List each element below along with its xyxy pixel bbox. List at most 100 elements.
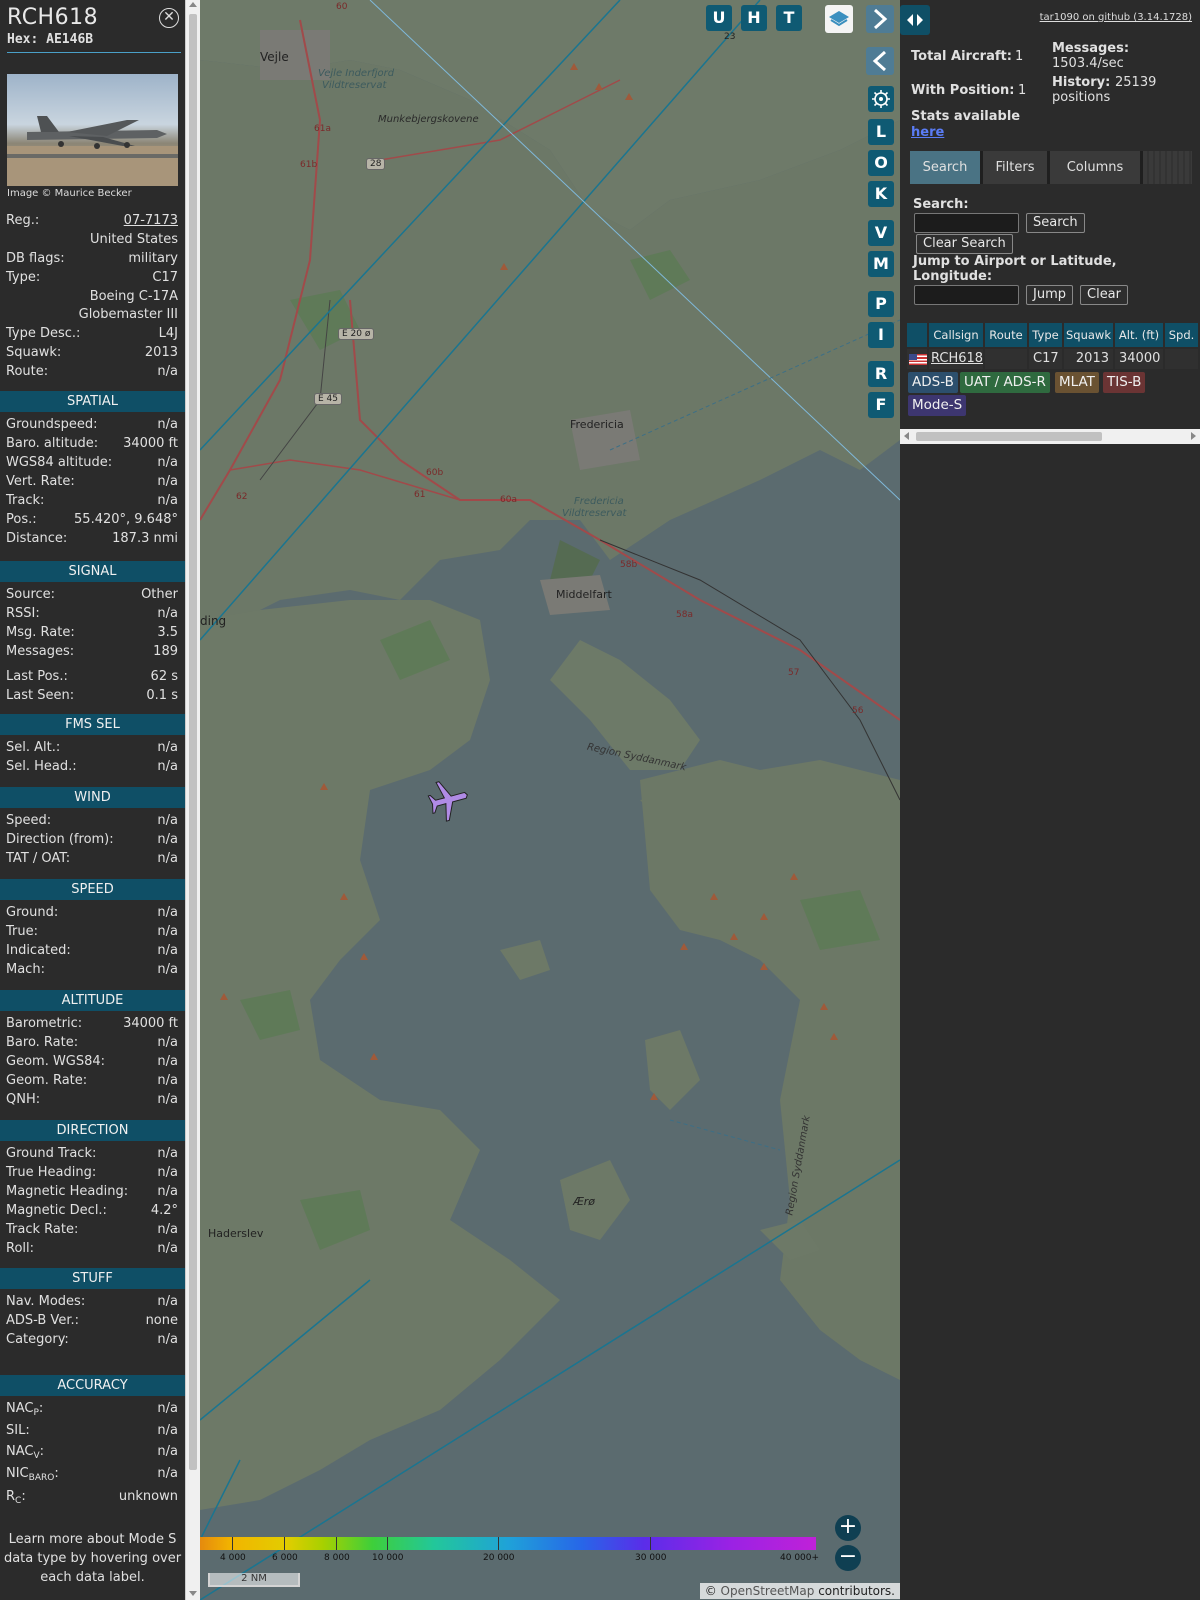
detail-row: Distance: 187.3 nmi <box>6 531 178 549</box>
road-number: 56 <box>852 706 864 716</box>
expand-icon[interactable] <box>900 5 930 35</box>
github-link[interactable]: tar1090 on github (3.14.1728) <box>1040 12 1192 23</box>
toggle-r-button[interactable]: R <box>868 361 894 387</box>
layers-icon[interactable] <box>825 5 853 33</box>
detail-value: n/a <box>157 1444 178 1459</box>
detail-value: none <box>145 1313 178 1328</box>
row-route <box>985 349 1029 369</box>
detail-row: Globemaster III <box>6 307 178 325</box>
toggle-l-button[interactable]: L <box>868 119 894 145</box>
section-header-speed: SPEED <box>0 879 185 900</box>
detail-value: n/a <box>157 1222 178 1237</box>
table-header-altitude[interactable]: Alt. (ft) <box>1115 323 1165 347</box>
scroll-down-icon[interactable] <box>189 1591 197 1596</box>
detail-value: n/a <box>157 759 178 774</box>
detail-value: n/a <box>157 1146 178 1161</box>
detail-row: Sel. Alt.: n/a <box>6 740 178 758</box>
map-scale-bar: 2 NM <box>208 1573 300 1587</box>
history-value: 25139 <box>1115 75 1157 90</box>
clear-jump-button[interactable]: Clear <box>1080 285 1128 305</box>
map-view[interactable]: Vejle Vejle Inderfjord Vildtreservat Mun… <box>200 0 900 1600</box>
detail-label: NACP: <box>6 1401 44 1418</box>
map-label-vildtreservat-2: Vildtreservat <box>562 508 627 519</box>
close-icon[interactable]: ✕ <box>159 8 179 28</box>
scroll-right-icon[interactable] <box>1191 432 1196 440</box>
detail-label: Vert. Rate: <box>6 474 75 489</box>
toggle-u-button[interactable]: U <box>706 5 732 31</box>
row-callsign[interactable]: RCH618 <box>929 349 985 369</box>
detail-value: n/a <box>157 455 178 470</box>
jump-input[interactable] <box>914 285 1019 305</box>
detail-row: RSSI: n/a <box>6 606 178 624</box>
messages-rate: 1503.4/sec <box>1052 56 1124 71</box>
detail-row: True Heading: n/a <box>6 1165 178 1183</box>
aircraft-hex: Hex: AE146B <box>7 32 94 47</box>
table-header-flag[interactable] <box>907 323 929 347</box>
scrollbar-thumb[interactable] <box>916 432 1102 441</box>
aircraft-icon[interactable] <box>426 778 470 822</box>
table-header-squawk[interactable]: Squawk <box>1064 323 1115 347</box>
chevron-left-icon[interactable] <box>866 47 894 75</box>
toggle-m-button[interactable]: M <box>868 251 894 277</box>
detail-row: Barometric: 34000 ft <box>6 1016 178 1034</box>
table-header-route[interactable]: Route <box>985 323 1029 347</box>
detail-value: 4.2° <box>150 1203 178 1218</box>
detail-label: Roll: <box>6 1241 35 1256</box>
section-header-direction: DIRECTION <box>0 1120 185 1141</box>
toggle-f-button[interactable]: F <box>868 392 894 418</box>
detail-row: Indicated: n/a <box>6 943 178 961</box>
road-number: 60b <box>426 468 444 478</box>
detail-label: TAT / OAT: <box>6 851 71 866</box>
tab-search[interactable]: Search <box>910 151 980 184</box>
scrollbar-thumb[interactable] <box>189 14 197 1470</box>
jump-button[interactable]: Jump <box>1026 285 1073 305</box>
registration-link[interactable]: 07-7173 <box>124 213 178 228</box>
toggle-p-button[interactable]: P <box>868 291 894 317</box>
detail-label: Messages: <box>6 644 75 659</box>
legend-tag-tis-b[interactable]: TIS-B <box>1103 372 1146 393</box>
toggle-t-button[interactable]: T <box>776 5 802 31</box>
search-input[interactable] <box>914 213 1019 233</box>
detail-label: Squawk: <box>6 345 62 360</box>
legend-tag-mode-s[interactable]: Mode-S <box>908 395 967 416</box>
detail-label: Msg. Rate: <box>6 625 75 640</box>
table-header-callsign[interactable]: Callsign <box>929 323 985 347</box>
detail-row: Nav. Modes: n/a <box>6 1294 178 1312</box>
aircraft-photo[interactable] <box>7 74 178 186</box>
detail-row: Sel. Head.: n/a <box>6 759 178 777</box>
legend-tag-ads-b[interactable]: ADS-B <box>908 372 958 393</box>
toggle-k-button[interactable]: K <box>868 181 894 207</box>
table-horizontal-scrollbar[interactable] <box>900 429 1200 444</box>
toggle-v-button[interactable]: V <box>868 220 894 246</box>
stats-link[interactable]: here <box>911 125 944 140</box>
toggle-i-button[interactable]: I <box>868 322 894 348</box>
scroll-up-icon[interactable] <box>189 2 197 7</box>
zoom-out-button[interactable]: − <box>835 1545 861 1571</box>
clear-search-button[interactable]: Clear Search <box>916 234 1013 254</box>
zoom-in-button[interactable]: + <box>835 1515 861 1541</box>
search-button[interactable]: Search <box>1026 213 1085 233</box>
detail-value: n/a <box>157 474 178 489</box>
detail-value: n/a <box>157 417 178 432</box>
chevron-right-icon[interactable] <box>866 5 894 33</box>
tab-columns[interactable]: Columns <box>1050 151 1140 184</box>
detail-value: L4J <box>158 326 178 341</box>
info-panel-scrollbar[interactable] <box>185 0 200 1600</box>
tab-empty[interactable] <box>1143 151 1192 184</box>
altitude-scale-label: 10 000 <box>372 1553 404 1563</box>
osm-link[interactable]: OpenStreetMap <box>721 1584 815 1598</box>
detail-value: 55.420°, 9.648° <box>74 512 178 527</box>
gear-icon[interactable] <box>868 86 894 112</box>
tab-filters[interactable]: Filters <box>983 151 1047 184</box>
photo-credit: Image © Maurice Becker <box>7 188 132 199</box>
table-header-type[interactable]: Type <box>1029 323 1064 347</box>
legend-tag-mlat[interactable]: MLAT <box>1055 372 1099 393</box>
detail-row: Category: n/a <box>6 1332 178 1350</box>
detail-row: Roll: n/a <box>6 1241 178 1259</box>
legend-tag-uat-ads-r[interactable]: UAT / ADS-R <box>960 372 1050 393</box>
scroll-left-icon[interactable] <box>904 432 909 440</box>
map-label-aro: Ærø <box>573 1195 595 1208</box>
table-header-speed[interactable]: Spd. <box>1165 323 1200 347</box>
toggle-o-button[interactable]: O <box>868 150 894 176</box>
toggle-h-button[interactable]: H <box>741 5 767 31</box>
